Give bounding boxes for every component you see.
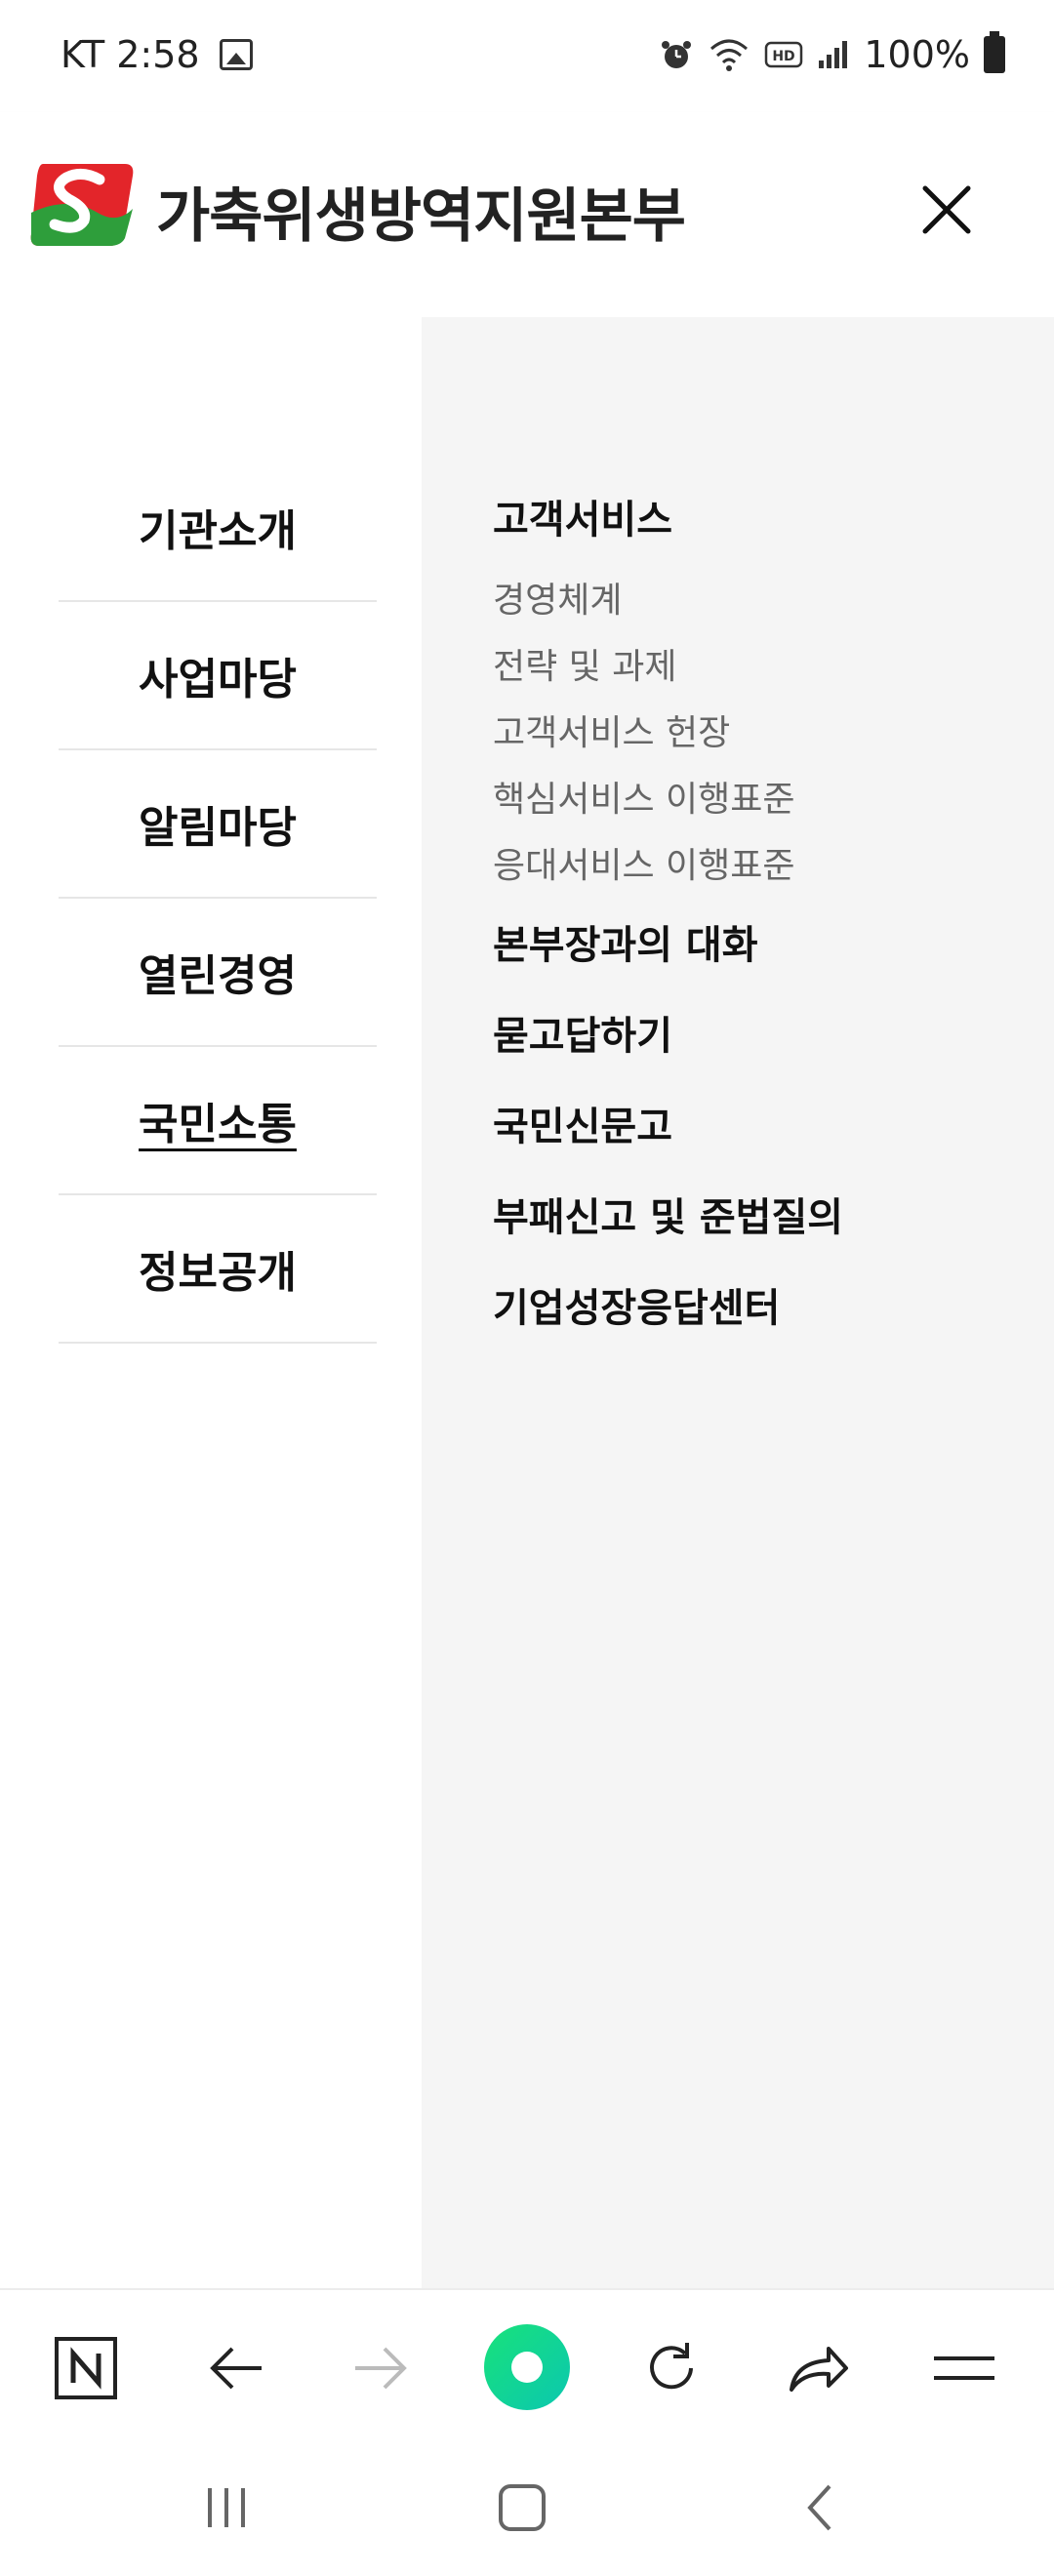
battery-icon	[984, 31, 1005, 73]
browser-toolbar	[0, 2288, 1054, 2444]
status-left: KT 2:58	[61, 33, 253, 76]
submenu-item[interactable]: 기업성장응답센터	[493, 1259, 1039, 1349]
wifi-icon	[710, 39, 749, 71]
close-icon[interactable]	[917, 181, 976, 239]
naver-n-icon[interactable]	[47, 2329, 125, 2407]
header: 가축위생방역지원본부	[0, 112, 1054, 317]
system-nav-bar	[0, 2444, 1054, 2576]
recent-apps-icon[interactable]	[187, 2474, 265, 2542]
menu-icon[interactable]	[925, 2329, 1003, 2407]
hd-icon: HD	[765, 41, 803, 68]
category-item[interactable]: 열린경영	[59, 899, 377, 1047]
home-icon[interactable]	[483, 2474, 561, 2542]
submenu-child[interactable]: 전략 및 과제	[493, 630, 1039, 697]
home-dot-icon[interactable]	[484, 2324, 570, 2410]
refresh-icon[interactable]	[632, 2329, 710, 2407]
category-item[interactable]: 알림마당	[59, 750, 377, 899]
shield-s-logo[interactable]	[29, 156, 139, 254]
share-icon[interactable]	[779, 2329, 857, 2407]
alarm-icon	[662, 41, 692, 68]
carrier-time: KT 2:58	[61, 33, 200, 76]
submenu-list: 고객서비스 경영체계 전략 및 과제 고객서비스 헌장 핵심서비스 이행표준 응…	[493, 488, 1039, 1349]
battery-percent: 100%	[864, 33, 970, 76]
submenu-child[interactable]: 고객서비스 헌장	[493, 697, 1039, 763]
category-item[interactable]: 기관소개	[59, 454, 377, 602]
org-name[interactable]: 가축위생방역지원본부	[156, 169, 686, 254]
category-item[interactable]: 정보공개	[59, 1195, 377, 1344]
submenu-heading[interactable]: 고객서비스	[493, 488, 1039, 544]
status-right: HD 100%	[659, 31, 1005, 76]
category-item-active[interactable]: 국민소통	[59, 1047, 377, 1195]
svg-text:HD: HD	[773, 49, 795, 64]
system-back-icon[interactable]	[781, 2474, 859, 2542]
submenu-child[interactable]: 핵심서비스 이행표준	[493, 763, 1039, 829]
submenu-child[interactable]: 경영체계	[493, 564, 1039, 630]
back-arrow-icon[interactable]	[197, 2329, 275, 2407]
submenu-item[interactable]: 국민신문고	[493, 1077, 1039, 1168]
submenu-item[interactable]: 본부장과의 대화	[493, 896, 1039, 986]
category-item[interactable]: 사업마당	[59, 602, 377, 750]
forward-arrow-icon[interactable]	[342, 2329, 420, 2407]
category-panel: 기관소개 사업마당 알림마당 열린경영 국민소통 정보공개	[0, 317, 422, 2288]
submenu-item[interactable]: 부패신고 및 준법질의	[493, 1168, 1039, 1259]
category-list: 기관소개 사업마당 알림마당 열린경영 국민소통 정보공개	[59, 454, 377, 1344]
status-bar: KT 2:58 HD 100%	[0, 0, 1054, 112]
image-notification-icon	[219, 39, 253, 70]
submenu-item[interactable]: 묻고답하기	[493, 986, 1039, 1077]
submenu-child[interactable]: 응대서비스 이행표준	[493, 829, 1039, 896]
signal-icon	[819, 41, 848, 68]
